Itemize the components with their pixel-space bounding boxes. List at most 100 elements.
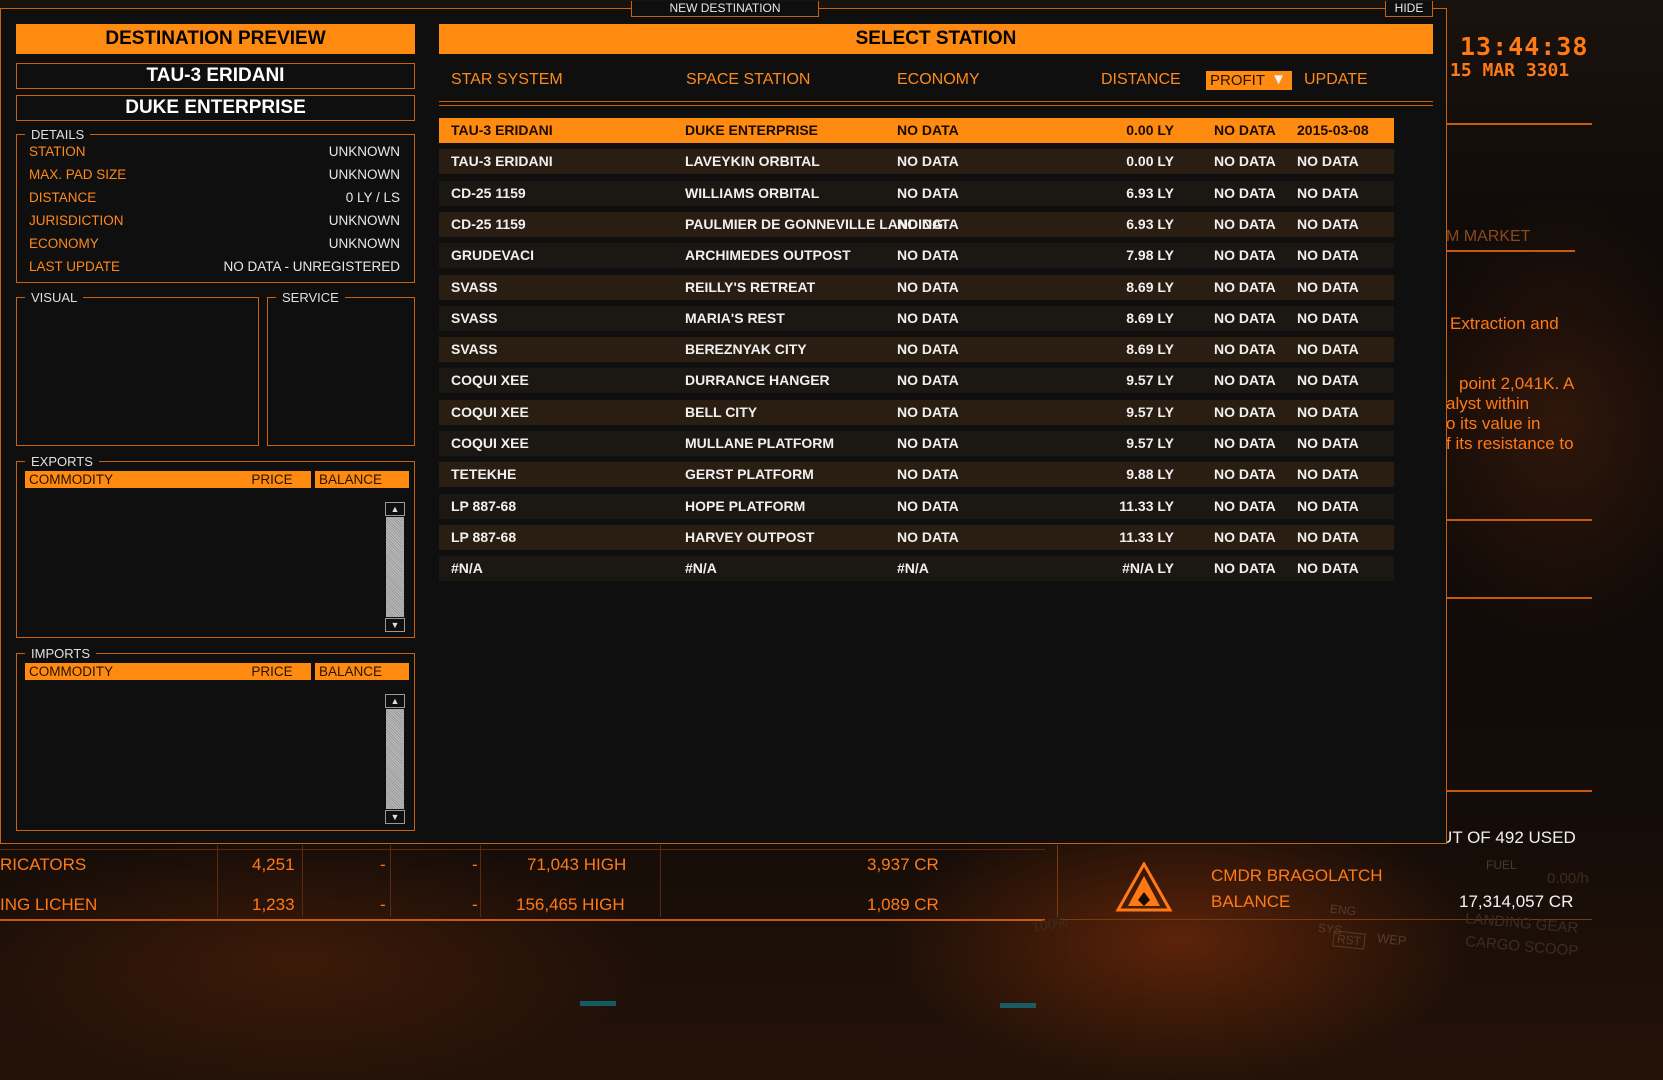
destination-overlay: NEW DESTINATION HIDE DESTINATION PREVIEW… <box>0 1 1447 844</box>
detail-value: UNKNOWN <box>328 213 400 228</box>
buy-price: - <box>380 895 386 914</box>
row-update: 2015-03-08 <box>1297 122 1369 138</box>
row-update: NO DATA <box>1297 278 1359 295</box>
row-economy: NO DATA <box>897 184 959 201</box>
row-star-system: SVASS <box>451 309 498 326</box>
station-row[interactable]: GRUDEVACI ARCHIMEDES OUTPOST NO DATA 7.98 L… <box>439 243 1394 269</box>
price-column[interactable]: PRICE <box>233 663 311 680</box>
market-tab-fragment: M MARKET <box>1446 228 1531 245</box>
details-legend: DETAILS <box>31 127 85 142</box>
commodity-column[interactable]: COMMODITY <box>25 471 233 488</box>
row-star-system: GRUDEVACI <box>451 247 534 264</box>
row-profit: NO DATA <box>1214 215 1276 232</box>
service-legend: SERVICE <box>282 290 339 305</box>
row-distance: 11.33 LY <box>1119 497 1174 514</box>
row-update: NO DATA <box>1297 372 1359 389</box>
balance-column[interactable]: BALANCE <box>315 471 409 488</box>
row-update: NO DATA <box>1297 435 1359 451</box>
row-profit: NO DATA <box>1214 122 1276 138</box>
station-row[interactable]: LP 887-68 HOPE PLATFORM NO DATA 11.33 LY NO … <box>439 493 1394 519</box>
game-clock: 13:44:38 <box>1460 32 1589 61</box>
station-row[interactable]: SVASS REILLY'S RETREAT NO DATA 8.69 LY NO DA… <box>439 274 1394 300</box>
row-update: NO DATA <box>1297 309 1359 326</box>
station-row[interactable]: LP 887-68 HARVEY OUTPOST NO DATA 11.33 LY NO… <box>439 524 1394 550</box>
row-space-station: HARVEY OUTPOST <box>685 528 815 545</box>
row-economy: NO DATA <box>897 435 959 451</box>
hide-button[interactable]: HIDE <box>1385 1 1433 17</box>
row-profit: NO DATA <box>1214 435 1276 451</box>
row-distance: 11.33 LY <box>1119 528 1174 545</box>
column-profit-label: PROFIT <box>1210 72 1265 89</box>
scroll-up-icon[interactable]: ▲ <box>385 502 405 516</box>
demand: 156,465 HIGH <box>516 895 625 914</box>
detail-label: ECONOMY <box>29 236 99 251</box>
station-row[interactable]: TETEKHE GERST PLATFORM NO DATA 9.88 LY NO DA… <box>439 462 1394 488</box>
station-row[interactable]: SVASS MARIA'S REST NO DATA 8.69 LY NO DATA NO… <box>439 305 1394 331</box>
station-row[interactable]: TAU-3 ERIDANI DUKE ENTERPRISE NO DATA 0.00 … <box>439 118 1394 143</box>
detail-value: UNKNOWN <box>328 144 400 159</box>
commodity-column[interactable]: COMMODITY <box>25 663 233 680</box>
new-destination-tab[interactable]: NEW DESTINATION <box>631 1 819 17</box>
market-row: ING LICHEN 1,233 - - 156,465 HIGH 1,089 … <box>0 895 1045 919</box>
details-group: DETAILS STATION UNKNOWN MAX. PAD SIZE UNKN… <box>16 127 415 283</box>
row-star-system: CD-25 1159 <box>451 184 526 201</box>
scroll-thumb[interactable] <box>386 709 404 809</box>
balance-column[interactable]: BALANCE <box>315 663 409 680</box>
row-star-system: COQUI XEE <box>451 403 529 420</box>
scroll-thumb[interactable] <box>386 517 404 617</box>
column-space-station[interactable]: SPACE STATION <box>686 71 810 89</box>
station-row[interactable]: COQUI XEE DURRANCE HANGER NO DATA 9.57 LY NO… <box>439 368 1394 394</box>
row-star-system: LP 887-68 <box>451 528 517 545</box>
column-update[interactable]: UPDATE <box>1304 71 1368 89</box>
detail-label: MAX. PAD SIZE <box>29 167 127 182</box>
row-economy: NO DATA <box>897 341 959 358</box>
row-profit: NO DATA <box>1214 247 1276 264</box>
rank-insignia-icon <box>1115 862 1173 912</box>
scroll-up-icon[interactable]: ▲ <box>385 694 405 708</box>
exports-scrollbar[interactable]: ▲ ▼ <box>385 502 405 632</box>
column-profit[interactable]: PROFIT ▼ <box>1206 71 1292 90</box>
row-star-system: LP 887-68 <box>451 497 517 514</box>
station-row[interactable]: #N/A #N/A #N/A #N/A LY NO DATA NO DATA <box>439 556 1394 582</box>
station-row[interactable]: SVASS BEREZNYAK CITY NO DATA 8.69 LY NO DATA… <box>439 337 1394 363</box>
station-row[interactable]: CD-25 1159 WILLIAMS ORBITAL NO DATA 6.93 LY… <box>439 180 1394 206</box>
cargo-amount: - <box>472 895 478 914</box>
detail-value: 0 LY / LS <box>345 190 400 205</box>
detail-last-update: LAST UPDATE NO DATA - UNREGISTERED <box>29 259 400 281</box>
row-update: NO DATA <box>1297 466 1359 483</box>
column-star-system[interactable]: STAR SYSTEM <box>451 71 563 89</box>
service-group: SERVICE <box>267 290 415 446</box>
scroll-down-icon[interactable]: ▼ <box>385 810 405 824</box>
scroll-down-icon[interactable]: ▼ <box>385 618 405 632</box>
galactic-average: 1,089 CR <box>867 895 939 914</box>
column-distance[interactable]: DISTANCE <box>1101 71 1181 89</box>
station-row[interactable]: COQUI XEE BELL CITY NO DATA 9.57 LY NO DATA N… <box>439 399 1394 425</box>
detail-label: LAST UPDATE <box>29 259 121 274</box>
row-economy: NO DATA <box>897 403 959 420</box>
exports-group: EXPORTS COMMODITY PRICE BALANCE ▲ ▼ <box>16 454 415 638</box>
station-row[interactable]: COQUI XEE MULLANE PLATFORM NO DATA 9.57 LY N… <box>439 431 1394 456</box>
imports-scrollbar[interactable]: ▲ ▼ <box>385 694 405 824</box>
visual-legend: VISUAL <box>31 290 78 305</box>
destination-preview-title: DESTINATION PREVIEW <box>16 24 415 54</box>
column-economy[interactable]: ECONOMY <box>897 71 980 89</box>
station-row[interactable]: TAU-3 ERIDANI LAVEYKIN ORBITAL NO DATA 0.00… <box>439 149 1394 175</box>
row-economy: NO DATA <box>897 528 959 545</box>
row-update: NO DATA <box>1297 497 1359 514</box>
description-line-3: alyst within <box>1446 394 1530 413</box>
row-star-system: SVASS <box>451 341 498 358</box>
station-row[interactable]: CD-25 1159 PAULMIER DE GONNEVILLE LANDING… <box>439 211 1394 237</box>
row-space-station: LAVEYKIN ORBITAL <box>685 153 820 170</box>
row-distance: 8.69 LY <box>1126 309 1174 326</box>
row-space-station: WILLIAMS ORBITAL <box>685 184 820 201</box>
price-column[interactable]: PRICE <box>233 471 311 488</box>
row-economy: NO DATA <box>897 215 959 232</box>
row-space-station: BEREZNYAK CITY <box>685 341 807 358</box>
row-star-system: TETEKHE <box>451 466 517 483</box>
row-update: NO DATA <box>1297 560 1359 577</box>
exports-legend: EXPORTS <box>31 454 93 469</box>
row-update: NO DATA <box>1297 247 1359 264</box>
imports-legend: IMPORTS <box>31 646 90 661</box>
reset-status-label: RST <box>1332 930 1366 950</box>
row-update: NO DATA <box>1297 153 1359 170</box>
